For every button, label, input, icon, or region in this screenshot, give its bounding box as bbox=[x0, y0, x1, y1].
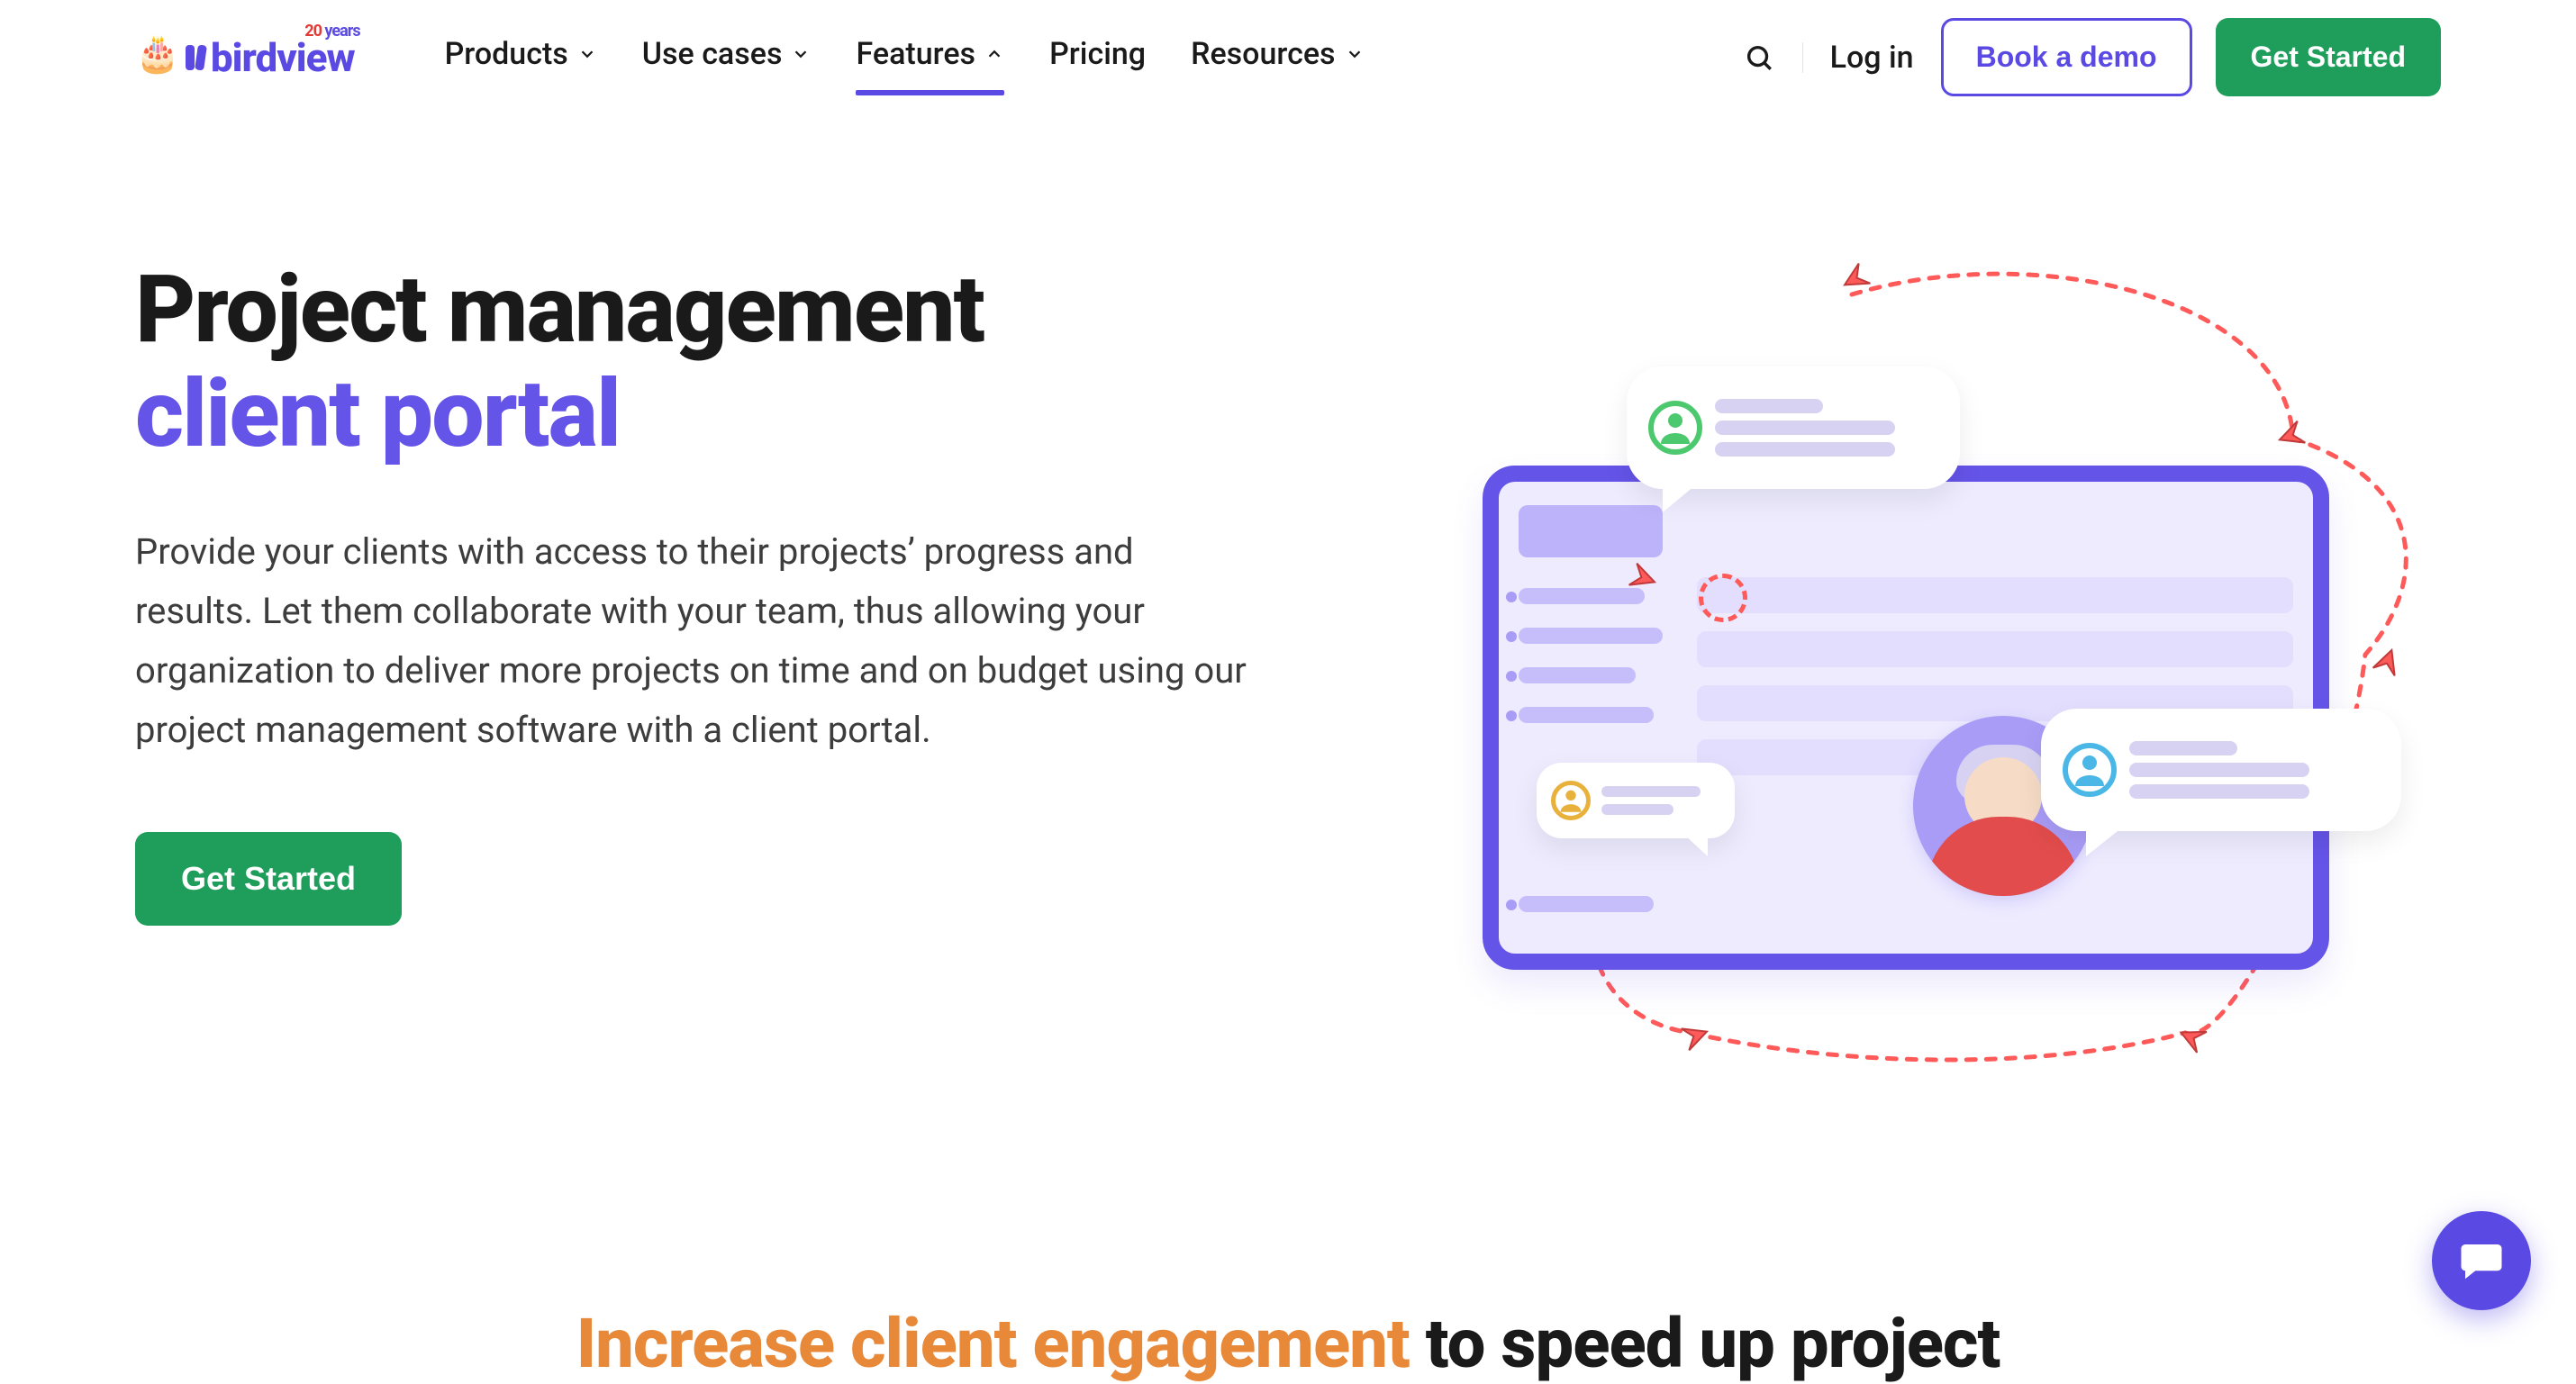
illustration-canvas bbox=[1420, 258, 2428, 1069]
person-icon bbox=[1648, 401, 1702, 455]
section-title-highlight: Increase client engagement bbox=[576, 1303, 1410, 1384]
anniversary-badge: 20 years bbox=[304, 22, 359, 41]
placeholder-line bbox=[1519, 667, 1636, 683]
section-title-rest: to speed up project bbox=[1410, 1303, 2000, 1384]
hero-title: Project management client portal bbox=[135, 258, 1334, 468]
bullet-icon bbox=[1506, 592, 1517, 602]
header-actions: Log in Book a demo Get Started bbox=[1739, 18, 2441, 96]
top-navigation: 🎂 birdview 20 years Products Use cases F… bbox=[0, 0, 2576, 96]
placeholder-row bbox=[1697, 631, 2293, 667]
nav-item-products[interactable]: Products bbox=[445, 20, 597, 95]
chevron-up-icon bbox=[984, 44, 1004, 64]
nav-label: Resources bbox=[1191, 36, 1335, 72]
bullet-icon bbox=[1506, 900, 1517, 910]
brand-name: birdview bbox=[211, 34, 355, 81]
hero-get-started-button[interactable]: Get Started bbox=[135, 832, 402, 926]
speech-bubble-icon bbox=[2041, 709, 2401, 831]
arrowhead-icon bbox=[1833, 258, 1874, 300]
brand-mark-icon bbox=[186, 45, 205, 70]
arrowhead-icon bbox=[2271, 416, 2310, 456]
primary-nav: Products Use cases Features Pricing Reso… bbox=[445, 20, 1365, 95]
bullet-icon bbox=[1506, 671, 1517, 682]
get-started-button[interactable]: Get Started bbox=[2216, 18, 2441, 96]
brand-wordmark: birdview 20 years bbox=[186, 34, 355, 81]
speech-bubble-icon bbox=[1537, 763, 1735, 838]
brand-logo[interactable]: 🎂 birdview 20 years bbox=[135, 34, 355, 81]
bullet-icon bbox=[1506, 710, 1517, 721]
chevron-down-icon bbox=[577, 44, 597, 64]
hero-copy: Project management client portal Provide… bbox=[135, 258, 1334, 1069]
hero-section: Project management client portal Provide… bbox=[0, 258, 2576, 1069]
cake-icon: 🎂 bbox=[135, 36, 180, 72]
login-link[interactable]: Log in bbox=[1827, 34, 1918, 81]
nav-label: Products bbox=[445, 36, 568, 72]
hero-title-line1: Project management bbox=[135, 256, 984, 365]
nav-item-pricing[interactable]: Pricing bbox=[1049, 20, 1146, 95]
dashed-circle-icon bbox=[1699, 574, 1747, 622]
speech-bubble-icon bbox=[1627, 366, 1960, 489]
nav-item-use-cases[interactable]: Use cases bbox=[642, 20, 812, 95]
placeholder-line bbox=[1519, 588, 1645, 604]
placeholder-block bbox=[1519, 505, 1663, 557]
chat-bubble-icon bbox=[2457, 1236, 2506, 1285]
search-button[interactable] bbox=[1739, 38, 1779, 77]
search-icon bbox=[1744, 42, 1774, 73]
arrowhead-icon bbox=[2368, 641, 2408, 681]
hero-illustration bbox=[1406, 258, 2441, 1069]
hero-title-line2: client portal bbox=[135, 363, 1334, 467]
arrowhead-icon bbox=[2171, 1017, 2211, 1057]
arrowhead-icon bbox=[1676, 1016, 1716, 1055]
bullet-icon bbox=[1506, 631, 1517, 642]
section-title: Increase client engagement to speed up p… bbox=[135, 1303, 2441, 1384]
nav-item-resources[interactable]: Resources bbox=[1191, 20, 1364, 95]
separator bbox=[1802, 42, 1803, 73]
nav-item-features[interactable]: Features bbox=[856, 20, 1004, 95]
chevron-down-icon bbox=[1345, 44, 1365, 64]
chevron-down-icon bbox=[791, 44, 811, 64]
placeholder-line bbox=[1519, 628, 1663, 644]
section-heading: Increase client engagement to speed up p… bbox=[0, 1303, 2576, 1384]
person-icon bbox=[1551, 781, 1591, 820]
placeholder-line bbox=[1519, 707, 1654, 723]
nav-label: Features bbox=[856, 36, 975, 72]
hero-subtitle: Provide your clients with access to thei… bbox=[135, 522, 1252, 760]
placeholder-line bbox=[1519, 896, 1654, 912]
nav-label: Use cases bbox=[642, 36, 783, 72]
book-demo-button[interactable]: Book a demo bbox=[1941, 18, 2192, 96]
chat-launcher-button[interactable] bbox=[2432, 1211, 2531, 1310]
hero-cta-wrap: Get Started bbox=[135, 832, 1334, 926]
placeholder-row bbox=[1697, 577, 2293, 613]
person-icon bbox=[2063, 743, 2117, 797]
nav-label: Pricing bbox=[1049, 36, 1146, 72]
